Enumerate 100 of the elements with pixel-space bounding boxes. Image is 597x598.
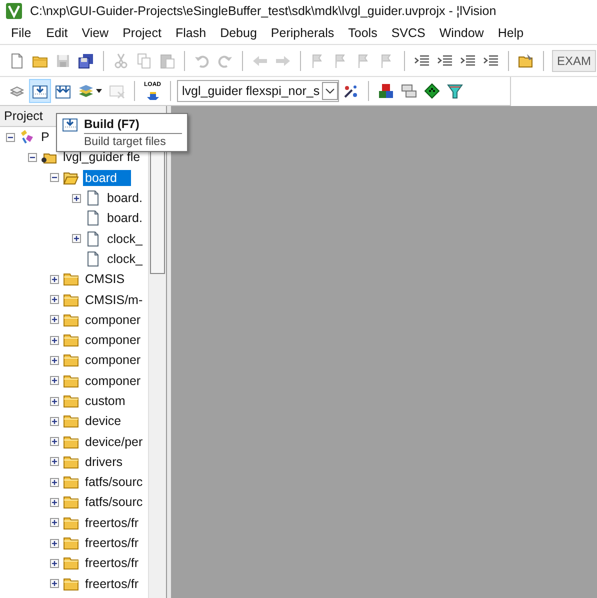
tree-item[interactable]: CMSIS: [83, 271, 127, 288]
menu-item[interactable]: Edit: [39, 24, 75, 42]
folder-icon: [63, 292, 79, 308]
tree-item[interactable]: device: [83, 413, 124, 430]
folder-icon: [63, 576, 79, 592]
tree-item[interactable]: fatfs/sourc: [83, 474, 145, 490]
expander-icon[interactable]: [50, 396, 59, 406]
lines-icon: [414, 52, 430, 68]
expander-icon[interactable]: [72, 194, 81, 203]
expander-icon[interactable]: [50, 376, 59, 386]
folder-icon: [63, 372, 79, 389]
folder-icon: [63, 332, 79, 348]
expander-icon[interactable]: [6, 132, 15, 142]
expander-icon[interactable]: [50, 336, 59, 345]
floppies-icon: [78, 52, 94, 68]
expander-icon[interactable]: [72, 234, 81, 244]
target-name: lvgl_guider flexspi_nor_s: [182, 84, 320, 98]
tree-item[interactable]: board.: [105, 190, 144, 206]
tree-item[interactable]: lvgl_guider fle: [61, 149, 142, 166]
tree-item[interactable]: componer: [83, 352, 143, 368]
tree-item[interactable]: P: [39, 129, 52, 146]
tree-item[interactable]: freertos/fr: [83, 535, 140, 552]
tree-item[interactable]: componer: [83, 312, 143, 328]
expander-icon[interactable]: [50, 416, 59, 426]
menu-item[interactable]: File: [4, 24, 40, 42]
expander-icon[interactable]: [50, 457, 59, 466]
tree-item[interactable]: componer: [83, 372, 143, 389]
expander-icon[interactable]: [50, 538, 59, 548]
expander-icon[interactable]: [50, 356, 59, 365]
project-icon: [19, 129, 35, 146]
tree-item[interactable]: fatfs/sourc: [83, 494, 145, 510]
toolbar-button[interactable]: [29, 79, 51, 103]
menu-item[interactable]: Flash: [168, 24, 214, 42]
folder-icon: [63, 454, 79, 470]
folderopen-icon: [518, 52, 534, 68]
chevron-icon: [322, 82, 338, 100]
panel-title: Project: [4, 109, 43, 123]
folder-icon: [63, 271, 79, 288]
menu-item[interactable]: SVCS: [384, 24, 432, 42]
expander-icon[interactable]: [28, 152, 37, 162]
file-icon: [85, 190, 101, 206]
buildbox-icon: [32, 83, 48, 99]
expander-icon[interactable]: [50, 518, 59, 528]
expander-icon[interactable]: [50, 437, 59, 446]
pages-icon: [136, 52, 152, 68]
funnel-icon: [446, 83, 463, 99]
tooltip-description: Build target files: [83, 135, 167, 149]
tree-item[interactable]: CMSIS/m-: [83, 292, 145, 308]
expander-icon[interactable]: [50, 498, 59, 507]
tree-item[interactable]: freertos/fr: [83, 514, 140, 531]
folder-icon: [63, 514, 79, 531]
expander-icon[interactable]: [50, 579, 59, 588]
search-field[interactable]: EXAM: [552, 50, 596, 72]
folder-icon: [63, 312, 79, 328]
windows-icon: [400, 83, 417, 99]
file-icon: [85, 230, 101, 247]
folder-icon: [63, 434, 79, 450]
expander-icon[interactable]: [50, 173, 59, 182]
tree-item[interactable]: freertos/fr: [83, 576, 140, 592]
target-dropdown[interactable]: lvgl_guider flexspi_nor_s: [177, 80, 339, 102]
build-icon: [62, 116, 78, 132]
lines-icon: [460, 52, 476, 68]
menu-item[interactable]: Tools: [341, 24, 384, 42]
floppy-icon: [55, 52, 71, 68]
tree-item[interactable]: custom: [83, 393, 128, 409]
expander-icon[interactable]: [50, 274, 59, 284]
menu-item[interactable]: Debug: [213, 24, 264, 42]
folder-icon: [63, 535, 79, 552]
folder-icon: [63, 494, 79, 510]
tree-item[interactable]: drivers: [83, 454, 125, 470]
tree-item[interactable]: device/per: [83, 434, 145, 450]
expander-icon[interactable]: [50, 315, 59, 324]
menu-item[interactable]: Window: [432, 24, 491, 42]
scissors-icon: [113, 52, 129, 68]
clipboard-icon: [159, 52, 175, 68]
diamond-icon: [424, 83, 440, 99]
document-icon: [9, 52, 25, 68]
folder-icon: [63, 170, 79, 186]
lines-icon: [483, 52, 499, 68]
tree-item[interactable]: freertos/fr: [83, 555, 140, 572]
file-icon: [85, 210, 101, 226]
blocks-icon: [378, 83, 394, 99]
expander-icon[interactable]: [50, 478, 59, 487]
file-icon: [85, 250, 101, 267]
tree-item[interactable]: clock_: [105, 250, 144, 267]
tree-item[interactable]: componer: [83, 332, 143, 348]
lines-icon: [437, 52, 453, 68]
menu-item[interactable]: Help: [490, 24, 531, 42]
menu-item[interactable]: Project: [116, 24, 168, 42]
expander-icon[interactable]: [50, 558, 59, 568]
tree-item[interactable]: clock_: [105, 230, 144, 247]
rebuild-icon: [55, 83, 71, 99]
tooltip-title: Build (F7): [84, 116, 140, 130]
tree-item[interactable]: board: [83, 170, 131, 186]
tree-item[interactable]: board.: [105, 210, 144, 226]
folder-icon: [63, 474, 79, 490]
menu-item[interactable]: Peripherals: [264, 24, 342, 42]
expander-icon[interactable]: [50, 295, 59, 304]
menu-item[interactable]: View: [74, 24, 116, 42]
folder-icon: [63, 413, 79, 430]
